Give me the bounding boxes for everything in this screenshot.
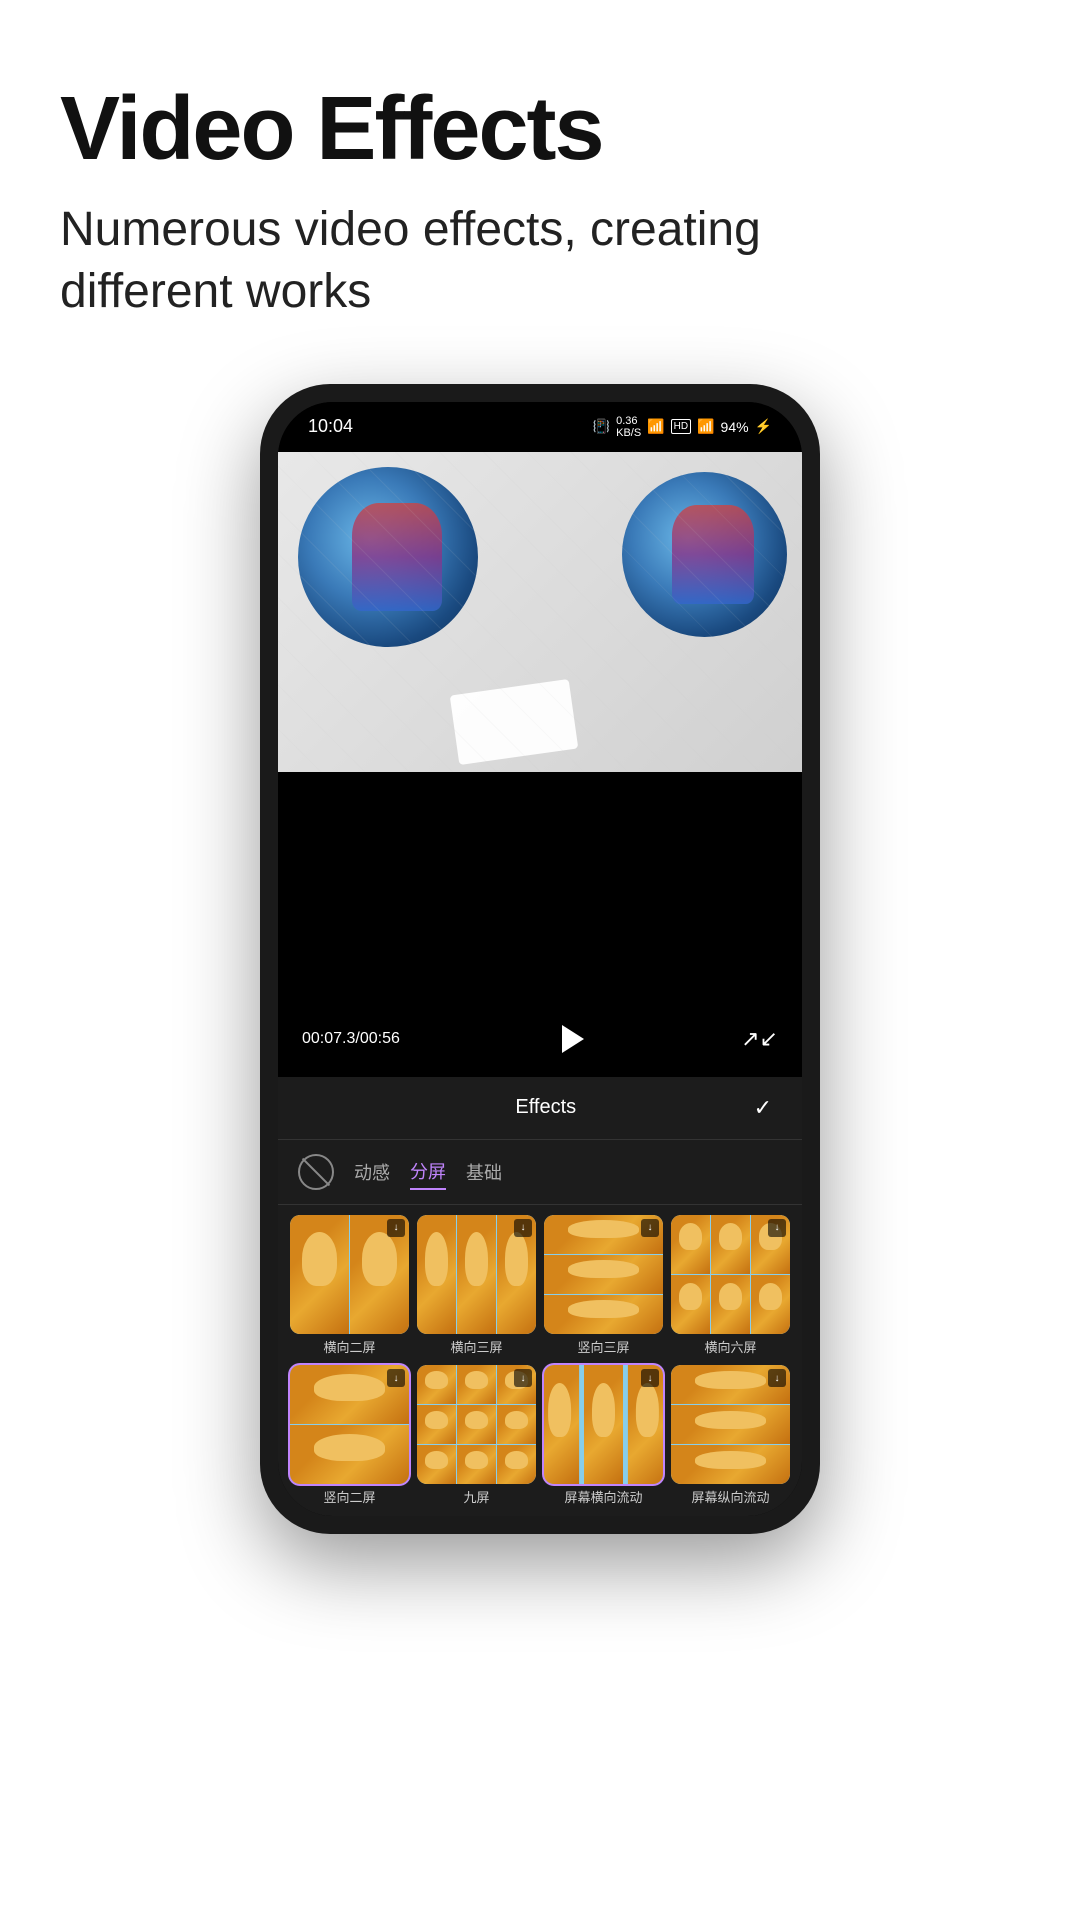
- phone-inner: 10:04 📳 0.36KB/S 📶 HD 📶 94% ⚡: [278, 402, 802, 1516]
- effect-flow-h[interactable]: ↓ 屏幕横向流动: [544, 1365, 663, 1506]
- fisheye-left: [298, 467, 478, 647]
- video-fisheye: [278, 452, 802, 772]
- time-display: 00:07.3/00:56: [302, 1030, 400, 1048]
- page-wrapper: Video Effects Numerous video effects, cr…: [0, 0, 1080, 1920]
- header-section: Video Effects Numerous video effects, cr…: [60, 80, 1020, 324]
- effects-grid-row1: ↓ 横向二屏 ↓: [278, 1205, 802, 1366]
- effect-flow-h-label: 屏幕横向流动: [564, 1490, 642, 1506]
- vibrate-icon: 📳: [593, 418, 610, 435]
- play-triangle-icon: [562, 1025, 584, 1053]
- video-preview: [278, 452, 802, 772]
- effect-h3-thumbnail: ↓: [417, 1215, 536, 1334]
- wifi-icon: 📶: [647, 418, 664, 435]
- effect-flow-v-label: 屏幕纵向流动: [691, 1490, 769, 1506]
- effect-h2-label: 横向二屏: [323, 1340, 375, 1356]
- effect-9s-label: 九屏: [463, 1490, 489, 1506]
- page-subtitle: Numerous video effects, creating differe…: [60, 199, 1020, 324]
- effect-v3-label: 竖向三屏: [577, 1340, 629, 1356]
- page-title: Video Effects: [60, 80, 1020, 179]
- effect-h6[interactable]: ↓ 横向六屏: [671, 1215, 790, 1356]
- effects-header: Effects ✓: [278, 1077, 802, 1140]
- effect-v2[interactable]: ↓ 竖向二屏: [290, 1365, 409, 1506]
- effect-flow-h-thumbnail: ↓: [544, 1365, 663, 1484]
- status-bar: 10:04 📳 0.36KB/S 📶 HD 📶 94% ⚡: [278, 402, 802, 452]
- effect-h2-thumbnail: ↓: [290, 1215, 409, 1334]
- effects-grid-row2: ↓ 竖向二屏: [278, 1365, 802, 1516]
- effect-flow-v[interactable]: ↓ 屏幕纵向流动: [671, 1365, 790, 1506]
- effects-title: Effects: [338, 1096, 754, 1119]
- video-black-area: [278, 772, 802, 1001]
- download-badge: ↓: [641, 1369, 659, 1387]
- status-icons: 📳 0.36KB/S 📶 HD 📶 94% ⚡: [593, 415, 772, 439]
- white-paper: [450, 679, 579, 765]
- play-button[interactable]: [549, 1017, 593, 1061]
- fisheye-right: [622, 472, 787, 637]
- effect-v3[interactable]: ↓ 竖向三屏: [544, 1215, 663, 1356]
- effect-9s-thumbnail: ↓: [417, 1365, 536, 1484]
- effect-h6-thumbnail: ↓: [671, 1215, 790, 1334]
- status-time: 10:04: [308, 416, 353, 437]
- tab-none-icon[interactable]: [298, 1154, 334, 1190]
- battery-icon: 94%: [721, 419, 749, 435]
- charging-icon: ⚡: [755, 418, 772, 435]
- download-badge: ↓: [387, 1369, 405, 1387]
- tab-split[interactable]: 分屏: [410, 1154, 446, 1190]
- effects-check-icon[interactable]: ✓: [754, 1095, 772, 1121]
- effect-flow-v-thumbnail: ↓: [671, 1365, 790, 1484]
- tab-bar: 动感 分屏 基础: [278, 1140, 802, 1205]
- video-controls: 00:07.3/00:56 ↗↙: [278, 1001, 802, 1077]
- tab-dynamic[interactable]: 动感: [354, 1155, 390, 1189]
- download-badge: ↓: [768, 1369, 786, 1387]
- effect-h3[interactable]: ↓ 横向三屏: [417, 1215, 536, 1356]
- hd-icon: HD: [671, 419, 691, 434]
- download-badge: ↓: [514, 1219, 532, 1237]
- effect-v2-thumbnail: ↓: [290, 1365, 409, 1484]
- tab-basic[interactable]: 基础: [466, 1155, 502, 1189]
- effects-panel: Effects ✓ 动感 分屏 基础: [278, 1077, 802, 1516]
- phone-frame: 10:04 📳 0.36KB/S 📶 HD 📶 94% ⚡: [260, 384, 820, 1534]
- download-badge: ↓: [768, 1219, 786, 1237]
- download-badge: ↓: [387, 1219, 405, 1237]
- effect-v2-label: 竖向二屏: [323, 1490, 375, 1506]
- signal-icon: 📶: [697, 418, 714, 435]
- effect-9s[interactable]: ↓ 九屏: [417, 1365, 536, 1506]
- download-badge: ↓: [514, 1369, 532, 1387]
- effect-h3-label: 横向三屏: [450, 1340, 502, 1356]
- effect-v3-thumbnail: ↓: [544, 1215, 663, 1334]
- speed-icon: 0.36KB/S: [616, 415, 641, 439]
- effect-h6-label: 横向六屏: [704, 1340, 756, 1356]
- fullscreen-icon[interactable]: ↗↙: [741, 1026, 778, 1052]
- download-badge: ↓: [641, 1219, 659, 1237]
- effect-h2[interactable]: ↓ 横向二屏: [290, 1215, 409, 1356]
